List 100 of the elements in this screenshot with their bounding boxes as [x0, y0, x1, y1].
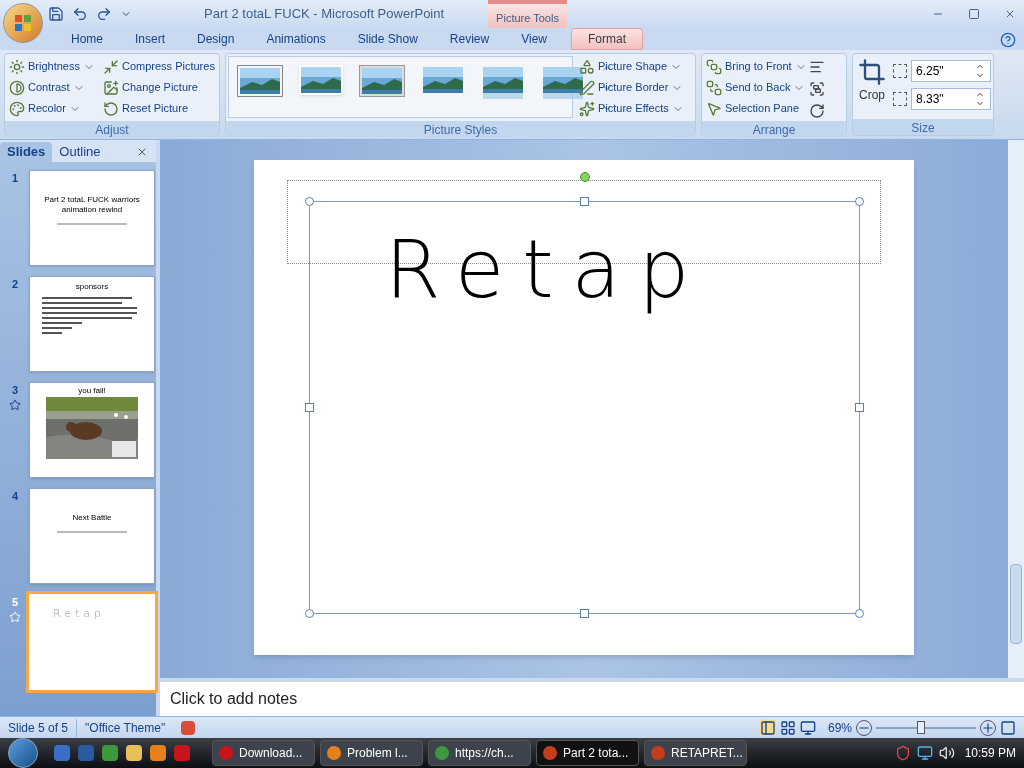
spin-up-icon[interactable]: [974, 90, 986, 99]
sorter-view-icon[interactable]: [779, 719, 796, 736]
app-icon: [327, 746, 341, 760]
volume-icon[interactable]: [938, 745, 955, 761]
picture-style[interactable]: [541, 65, 585, 101]
ribbon-tab[interactable]: Insert: [119, 28, 182, 50]
rotate-handle[interactable]: [580, 172, 590, 182]
pen-icon: [579, 79, 595, 96]
resize-handle[interactable]: [305, 609, 314, 618]
scrollbar[interactable]: [1008, 140, 1024, 678]
slide-number: 5: [11, 595, 19, 610]
help-icon[interactable]: [1000, 32, 1016, 48]
ribbon-tab[interactable]: Slide Show: [341, 28, 434, 50]
slide-title: Next Battle: [71, 513, 113, 523]
normal-view-icon[interactable]: [759, 719, 776, 736]
group-icon[interactable]: [808, 81, 825, 97]
group-label: Arrange: [702, 121, 846, 137]
resize-handle[interactable]: [305, 197, 314, 206]
undo-icon[interactable]: [72, 6, 88, 22]
sun-icon: [9, 58, 25, 75]
slide-thumbnail[interactable]: Part 2 totaL FUCK warriors animation rewind: [29, 170, 155, 266]
animation-star-icon: [9, 610, 21, 623]
ribbon-command[interactable]: Picture Border: [577, 77, 686, 98]
ribbon-command[interactable]: Picture Shape: [577, 56, 686, 77]
ribbon-command[interactable]: Compress Pictures: [101, 56, 217, 77]
pointer-icon: [706, 100, 722, 117]
rotate-icon[interactable]: [808, 103, 825, 119]
office-button[interactable]: [3, 3, 43, 43]
ribbon-command[interactable]: Change Picture: [101, 77, 217, 98]
compress-icon: [103, 58, 119, 75]
picture-style[interactable]: [481, 65, 525, 101]
resize-handle[interactable]: [855, 197, 864, 206]
resize-handle[interactable]: [580, 609, 589, 618]
group-label: Picture Styles: [226, 121, 695, 137]
palette-icon: [9, 100, 25, 117]
pane-tab[interactable]: Outline: [52, 142, 108, 162]
resize-handle[interactable]: [580, 197, 589, 206]
ribbon-command[interactable]: Bring to Front: [704, 56, 809, 77]
slide-thumbnail[interactable]: you fail!: [29, 382, 155, 478]
notes-placeholder[interactable]: Click to add notes: [170, 687, 298, 711]
slideshow-icon[interactable]: [799, 719, 816, 736]
ribbon-command[interactable]: Recolor: [7, 98, 97, 119]
width-icon: [893, 92, 907, 106]
pane-tab[interactable]: Slides: [0, 142, 53, 162]
ribbon-tab[interactable]: Animations: [250, 28, 342, 50]
taskbar-button[interactable]: Problem l...: [320, 740, 423, 766]
picture-style[interactable]: [299, 65, 343, 95]
taskbar-button[interactable]: RETAPRET...: [644, 740, 747, 766]
spin-down-icon[interactable]: [974, 99, 986, 108]
ribbon-command[interactable]: Selection Pane: [704, 98, 809, 119]
close-icon[interactable]: [1004, 8, 1016, 20]
picture-style[interactable]: [421, 65, 465, 95]
spin-up-icon[interactable]: [974, 62, 986, 71]
ribbon-tab[interactable]: Home: [55, 28, 119, 50]
slide-thumbnail[interactable]: Next Battle: [29, 488, 155, 584]
taskbar-button[interactable]: https://ch...: [428, 740, 531, 766]
clock[interactable]: 10:59 PM: [964, 744, 1016, 762]
picture-style[interactable]: [359, 65, 405, 97]
ribbon-command[interactable]: Send to Back: [704, 77, 809, 98]
quick-launch-icon[interactable]: [150, 745, 166, 761]
resize-handle[interactable]: [305, 403, 314, 412]
redo-icon[interactable]: [96, 6, 112, 22]
slide-thumbnail[interactable]: sponsors: [29, 276, 155, 372]
fit-icon[interactable]: [1000, 719, 1016, 736]
start-button[interactable]: [8, 738, 38, 768]
ribbon-tab[interactable]: Format: [570, 28, 643, 50]
quick-launch-icon[interactable]: [54, 745, 70, 761]
ribbon-command[interactable]: Reset Picture: [101, 98, 217, 119]
ribbon-tab[interactable]: Review: [433, 28, 506, 50]
crop-button[interactable]: Crop: [855, 56, 889, 117]
close-icon[interactable]: [136, 146, 148, 158]
app-icon: [219, 746, 233, 760]
save-icon[interactable]: [48, 6, 64, 22]
quick-launch-icon[interactable]: [126, 745, 142, 761]
slide-title: Part 2 totaL FUCK warriors animation rewind: [43, 195, 141, 215]
ribbon-tab[interactable]: View: [505, 28, 563, 50]
quick-launch-icon[interactable]: [102, 745, 118, 761]
taskbar-button[interactable]: Download...: [212, 740, 315, 766]
taskbar-button[interactable]: Part 2 tota...: [536, 740, 639, 766]
shield-icon[interactable]: [894, 745, 911, 761]
size-field[interactable]: 6.25": [911, 60, 991, 82]
slide-number: 1: [11, 171, 19, 186]
slide-title: you fail!: [78, 385, 106, 397]
resize-handle[interactable]: [855, 403, 864, 412]
app-icon: [651, 746, 665, 760]
zoom-slider[interactable]: [917, 720, 926, 734]
size-field[interactable]: 8.33": [911, 88, 991, 110]
spelling-icon[interactable]: [181, 720, 196, 735]
picture-style[interactable]: [237, 65, 283, 97]
animation-star-icon: [9, 398, 21, 411]
ribbon-command[interactable]: Brightness: [7, 56, 97, 77]
network-icon[interactable]: [916, 745, 933, 761]
spin-down-icon[interactable]: [974, 71, 986, 80]
ribbon-tab[interactable]: Design: [181, 28, 251, 50]
ribbon-command[interactable]: Picture Effects: [577, 98, 686, 119]
reset-icon: [103, 100, 119, 117]
restore-icon[interactable]: [968, 8, 980, 20]
resize-handle[interactable]: [855, 609, 864, 618]
align-icon[interactable]: [808, 59, 825, 75]
ribbon-command[interactable]: Contrast: [7, 77, 97, 98]
